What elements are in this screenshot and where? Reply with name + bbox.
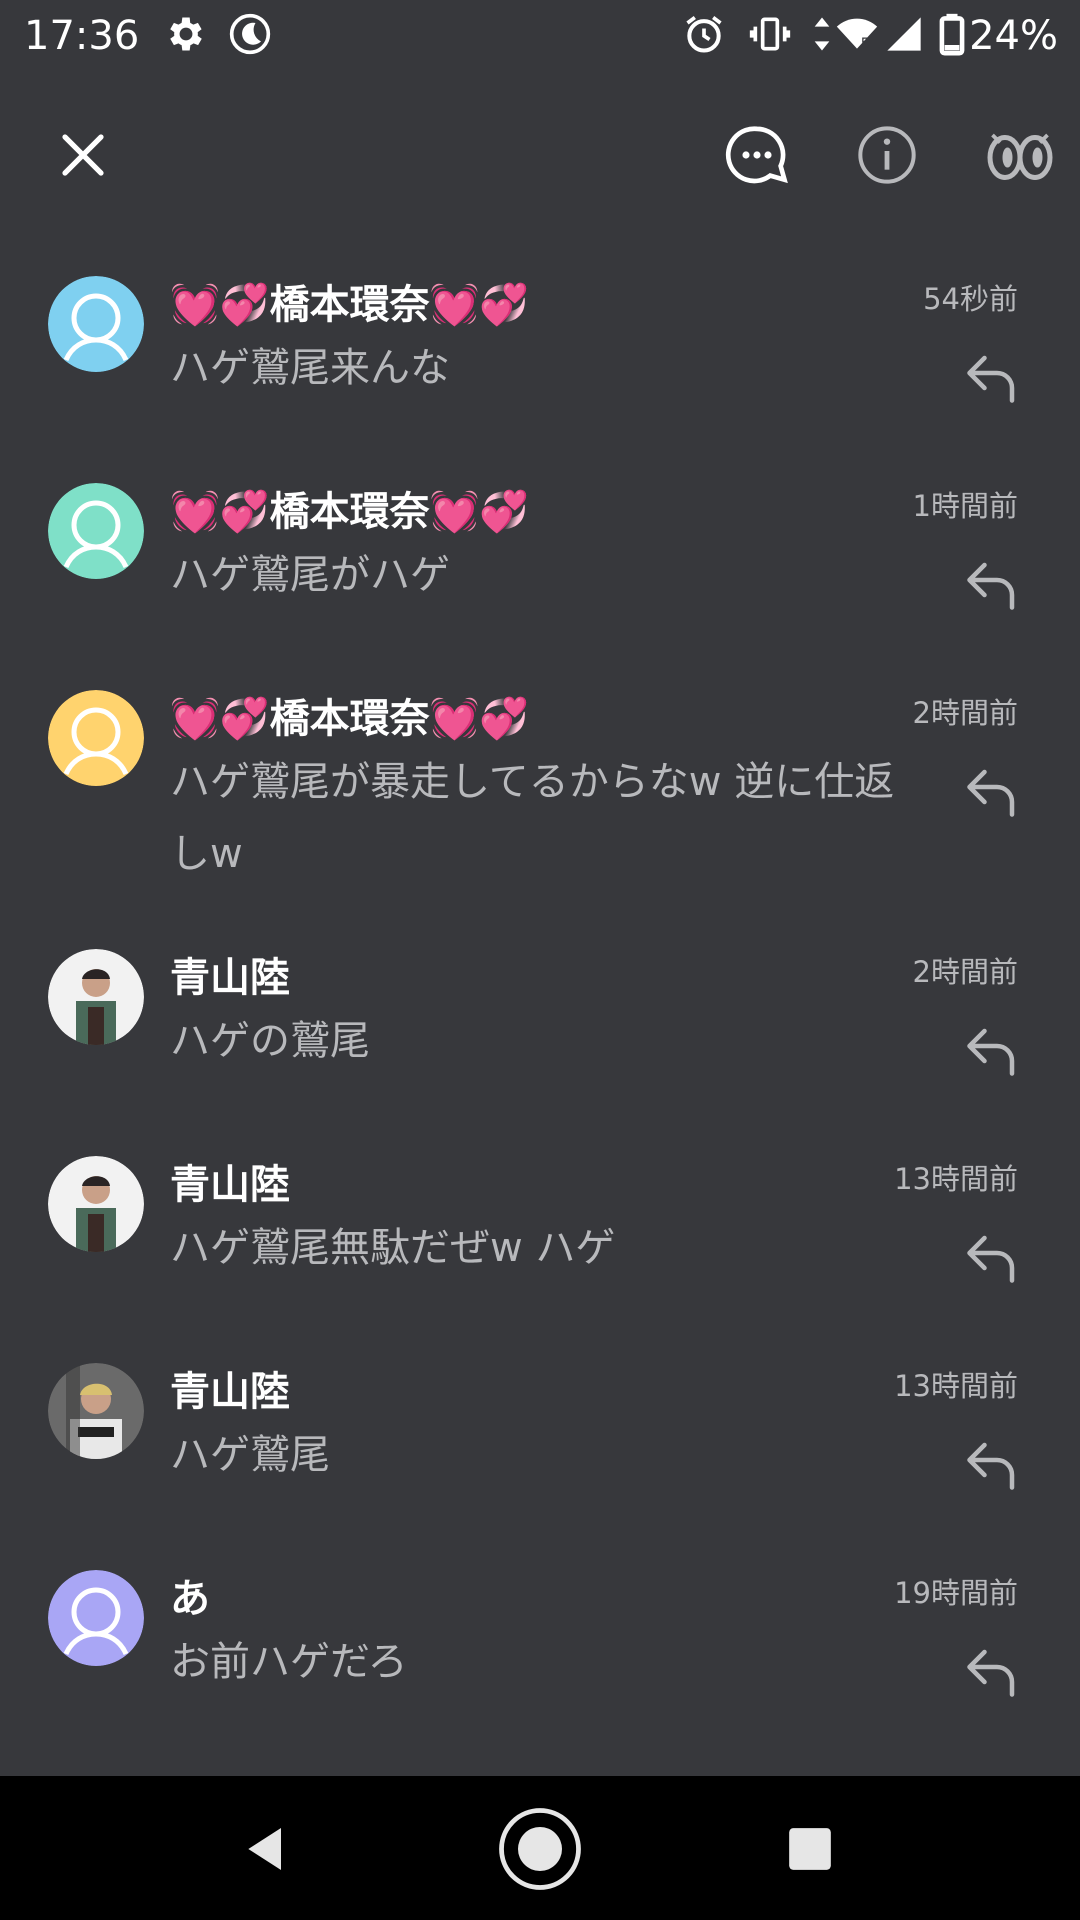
status-bar: 17:36 5 24%: [0, 0, 1080, 72]
settings-icon: [164, 12, 208, 60]
timestamp: 54秒前: [923, 282, 1018, 316]
avatar[interactable]: [48, 1156, 144, 1252]
timestamp: 2時間前: [912, 696, 1018, 730]
sender-name: 青山陸: [170, 1369, 290, 1415]
message-text: お前ハゲだろ: [170, 1639, 408, 1685]
reply-icon[interactable]: [962, 1228, 1022, 1288]
reply-icon[interactable]: [962, 555, 1022, 615]
chat-button[interactable]: [722, 120, 792, 190]
avatar[interactable]: [48, 1570, 144, 1666]
timestamp: 19時間前: [894, 1576, 1018, 1610]
signal-icon: [884, 12, 924, 60]
message-text: ハゲ鷲尾が暴走してるからなw 逆に仕返しw: [170, 759, 895, 877]
close-icon: [62, 134, 104, 176]
reply-icon[interactable]: [962, 348, 1022, 408]
close-button[interactable]: [48, 120, 118, 190]
avatar[interactable]: [48, 1363, 144, 1459]
eyes-button[interactable]: [985, 120, 1055, 190]
reply-icon[interactable]: [962, 1435, 1022, 1495]
home-button[interactable]: [495, 1804, 585, 1894]
data-arrows-icon: [812, 12, 832, 60]
back-button[interactable]: [222, 1804, 312, 1894]
toolbar: [0, 100, 1080, 210]
list-item[interactable]: あ お前ハゲだろ 19時間前: [0, 1542, 1080, 1742]
reply-icon[interactable]: [962, 762, 1022, 822]
recents-icon: [789, 1828, 831, 1870]
sender-name: 青山陸: [170, 1162, 290, 1208]
timestamp: 1時間前: [912, 489, 1018, 523]
message-text: ハゲの鷲尾: [170, 1018, 370, 1064]
avatar[interactable]: [48, 276, 144, 372]
back-icon: [248, 1828, 281, 1870]
message-text: ハゲ鷲尾無駄だぜw ハゲ: [170, 1225, 616, 1271]
battery-icon: [938, 12, 966, 60]
timestamp: 13時間前: [894, 1369, 1018, 1403]
avatar[interactable]: [48, 690, 144, 786]
message-text: ハゲ鷲尾: [170, 1432, 330, 1478]
list-item[interactable]: 💓💞橋本環奈💓💞 ハゲ鷲尾が暴走してるからなw 逆に仕返しw 2時間前: [0, 662, 1080, 912]
chat-bubble-icon: [725, 126, 788, 184]
avatar[interactable]: [48, 483, 144, 579]
list-item[interactable]: 青山陸 ハゲ鷲尾 13時間前: [0, 1335, 1080, 1535]
status-time: 17:36: [24, 13, 140, 59]
wifi-icon: 5: [834, 12, 880, 60]
eyes-icon: [987, 133, 1053, 180]
svg-text:5: 5: [861, 36, 870, 53]
reply-icon[interactable]: [962, 1021, 1022, 1081]
reply-icon[interactable]: [962, 1642, 1022, 1702]
vibrate-icon: [748, 12, 792, 60]
sender-name: 💓💞橋本環奈💓💞: [170, 282, 530, 328]
sender-name: 青山陸: [170, 955, 290, 1001]
message-text: ハゲ鷲尾がハゲ: [170, 552, 450, 598]
night-mode-icon: [228, 12, 272, 60]
sender-name: 💓💞橋本環奈💓💞: [170, 489, 530, 535]
home-icon: [499, 1808, 581, 1890]
list-item[interactable]: 青山陸 ハゲの鷲尾 2時間前: [0, 921, 1080, 1121]
timestamp: 13時間前: [894, 1162, 1018, 1196]
list-item[interactable]: 💓💞橋本環奈💓💞 ハゲ鷲尾来んな 54秒前: [0, 248, 1080, 448]
alarm-icon: [682, 12, 726, 60]
avatar[interactable]: [48, 949, 144, 1045]
battery-level: 24%: [969, 13, 1058, 59]
sender-name: あ: [170, 1576, 210, 1622]
timestamp: 2時間前: [912, 955, 1018, 989]
list-item[interactable]: 青山陸 ハゲ鷲尾無駄だぜw ハゲ 13時間前: [0, 1128, 1080, 1328]
info-icon: [858, 126, 916, 184]
navigation-bar: [0, 1776, 1080, 1920]
recents-button[interactable]: [765, 1804, 855, 1894]
info-button[interactable]: [852, 120, 922, 190]
message-text: ハゲ鷲尾来んな: [170, 345, 450, 391]
list-item[interactable]: 💓💞橋本環奈💓💞 ハゲ鷲尾がハゲ 1時間前: [0, 455, 1080, 655]
sender-name: 💓💞橋本環奈💓💞: [170, 696, 530, 742]
